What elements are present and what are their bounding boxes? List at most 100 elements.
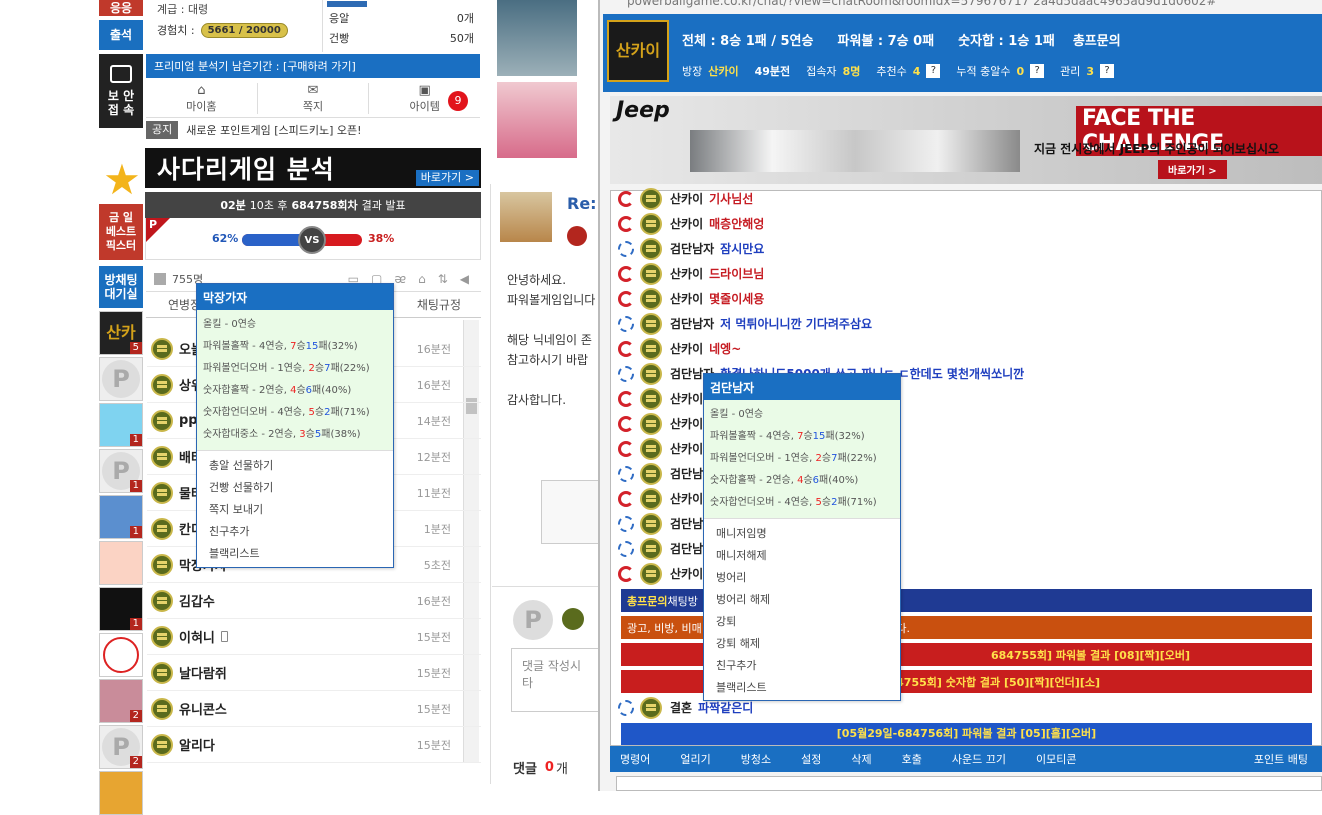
nav-item[interactable]: ▣ 아이템 9 (369, 83, 480, 114)
cmd-clear[interactable]: 방청소 (741, 751, 771, 767)
tab-chat-rules[interactable]: 채팅규정 (417, 296, 461, 313)
cmd-emoticon[interactable]: 이모티콘 (1036, 751, 1076, 767)
user-row[interactable]: 이혀니 15분전 (147, 619, 481, 655)
room-thumb-p2[interactable]: P1 (99, 449, 143, 493)
help-icon[interactable]: ? (1100, 64, 1115, 78)
menu-add-friend[interactable]: 친구추가 (197, 521, 393, 543)
user-row[interactable]: 알리다 15분전 (147, 727, 481, 763)
room-thumb-p3[interactable]: P2 (99, 725, 143, 769)
ad-go-button[interactable]: 바로가기 > (1158, 160, 1227, 179)
red-user-icon (618, 415, 634, 432)
room-thumb-sankai[interactable]: 산카이5 (99, 311, 143, 355)
chat-username[interactable]: 산카이 (670, 215, 703, 232)
blue-user-icon (618, 240, 634, 257)
chat-username[interactable]: 산카이 (670, 290, 703, 307)
notice-text[interactable]: 새로운 포인트게임 [스피드키노] 오픈! (186, 122, 361, 138)
room-thumb-photo[interactable]: 2 (99, 679, 143, 723)
ladder-banner[interactable]: 사다리게임 분석 바로가기 > (145, 148, 481, 188)
menu-blacklist[interactable]: 블랙리스트 (197, 543, 393, 565)
cmd-commands[interactable]: 명령어 (620, 751, 650, 767)
menu-blacklist[interactable]: 블랙리스트 (704, 677, 900, 699)
manager-count: 3 (1086, 64, 1095, 78)
room-thumb-orange[interactable] (99, 771, 143, 815)
chat-message: 산카이 매층안해엉 (618, 211, 764, 236)
attendance-button[interactable]: 출석 (99, 20, 143, 50)
user-row[interactable]: 김갑수 16분전 (147, 583, 481, 619)
writer-rank-icon (567, 226, 587, 246)
general-inquiry-link[interactable]: 총프문의 (1073, 30, 1121, 49)
nav-myhome[interactable]: ⌂ 마이홈 (146, 83, 258, 114)
menu-dismiss-manager[interactable]: 매니저해제 (704, 545, 900, 567)
rank-icon (151, 373, 173, 396)
rank-icon (640, 212, 662, 235)
cmd-delete[interactable]: 삭제 (851, 751, 871, 767)
ad-image[interactable] (541, 480, 601, 544)
chat-username[interactable]: 산카이 (670, 415, 703, 432)
cmd-point-bet[interactable]: 포인트 배팅 (1254, 751, 1308, 767)
help-icon[interactable]: ? (926, 64, 941, 78)
user-row[interactable]: 날다람쥐 15분전 (147, 655, 481, 691)
menu-add-friend[interactable]: 친구추가 (704, 655, 900, 677)
chat-username[interactable]: 산카이 (670, 490, 703, 507)
exp-bar: 5661 / 20000 (200, 22, 288, 38)
chat-username[interactable]: 산카이 (670, 565, 703, 582)
menu-gift-biscuit[interactable]: 건빵 선물하기 (197, 477, 393, 499)
help-icon[interactable]: ? (1030, 64, 1045, 78)
chat-username[interactable]: 산카이 (670, 440, 703, 457)
address-bar[interactable]: powerballgame.co.kr/chat/?view=chatRoom&… (605, 0, 1322, 10)
home-icon: ⌂ (197, 83, 206, 98)
post-re-title[interactable]: Re: (567, 194, 597, 213)
nav-message[interactable]: ✉ 쪽지 (258, 83, 370, 114)
jeep-ad-banner[interactable]: Jeep FACE THE CHALLENGE 지금 전시장에서 JEEP의 주… (610, 96, 1322, 184)
cmd-freeze[interactable]: 얼리기 (680, 751, 710, 767)
room-thumb-character[interactable]: 1 (99, 403, 143, 447)
menu-unmute[interactable]: 벙어리 해제 (704, 589, 900, 611)
blue-user-icon (618, 315, 634, 332)
chat-username[interactable]: 산카이 (670, 390, 703, 407)
room-thumb-circle[interactable] (99, 633, 143, 677)
stat-line: 올킬 - 0연승 (203, 319, 257, 330)
post-line: 감사합니다. (507, 393, 567, 407)
menu-mute[interactable]: 벙어리 (704, 567, 900, 589)
thumbnail-girl[interactable] (497, 82, 577, 158)
menu-kick[interactable]: 강퇴 (704, 611, 900, 633)
menu-appoint-manager[interactable]: 매니저임명 (704, 523, 900, 545)
stat-line: 숫자합홀짝 - 2연승, 4승6패(40%) (203, 385, 352, 396)
room-thumb-p[interactable]: P (99, 357, 143, 401)
room-thumb-doctor[interactable]: 1 (99, 495, 143, 539)
cmd-settings[interactable]: 설정 (801, 751, 821, 767)
comment-box[interactable]: 댓글 작성시 타 (511, 648, 601, 712)
menu-send-message[interactable]: 쪽지 보내기 (197, 499, 393, 521)
security-login-button[interactable]: 보 안 접 속 (99, 54, 143, 128)
room-thumb-peach[interactable] (99, 541, 143, 585)
thumbnail-drink[interactable] (497, 0, 577, 76)
chat-username[interactable]: 산카이 (670, 190, 703, 207)
chat-username[interactable]: 검단남자 (670, 315, 714, 332)
ladder-countdown: 02분 10초 후 684758회차 결과 발표 (145, 192, 481, 218)
menu-unkick[interactable]: 강퇴 해제 (704, 633, 900, 655)
chat-username[interactable]: 산카이 (670, 265, 703, 282)
rank-icon (640, 387, 662, 410)
chat-message: 산카이 네엥~ (618, 336, 741, 361)
chat-input[interactable] (616, 776, 1322, 791)
chat-username[interactable]: 산카이 (670, 340, 703, 357)
room-logo: 산카이 (607, 20, 669, 82)
post-line: 참고하시기 바랍 (507, 353, 589, 367)
lock-icon (110, 65, 132, 83)
red-user-icon (618, 265, 634, 282)
cmd-sound-off[interactable]: 사운드 끄기 (952, 751, 1006, 767)
premium-bar[interactable]: 프리미엄 분석기 남은기간 : [구매하려 가기] (146, 54, 480, 78)
room-thumb-lock[interactable]: 1 (99, 587, 143, 631)
waiting-room-button[interactable]: 방채팅 대기실 (99, 266, 143, 308)
stat-line: 숫자합언더오버 - 4연승, 5승2패(71%) (710, 497, 877, 508)
chat-username[interactable]: 검단남자 (670, 240, 714, 257)
user-row[interactable]: 유니콘스 15분전 (147, 691, 481, 727)
ladder-banner-link[interactable]: 바로가기 > (415, 170, 479, 186)
stat-line: 파워볼홀짝 - 4연승, 7승15패(32%) (710, 431, 865, 442)
rank-icon (151, 661, 173, 684)
left-percent: 62% (212, 232, 239, 245)
cmd-call[interactable]: 호출 (902, 751, 922, 767)
menu-gift-bullet[interactable]: 총알 선물하기 (197, 455, 393, 477)
best-picster-button[interactable]: 금 일 베스트 픽스터 (99, 204, 143, 260)
top-menu-button[interactable]: 응응 (99, 0, 143, 16)
